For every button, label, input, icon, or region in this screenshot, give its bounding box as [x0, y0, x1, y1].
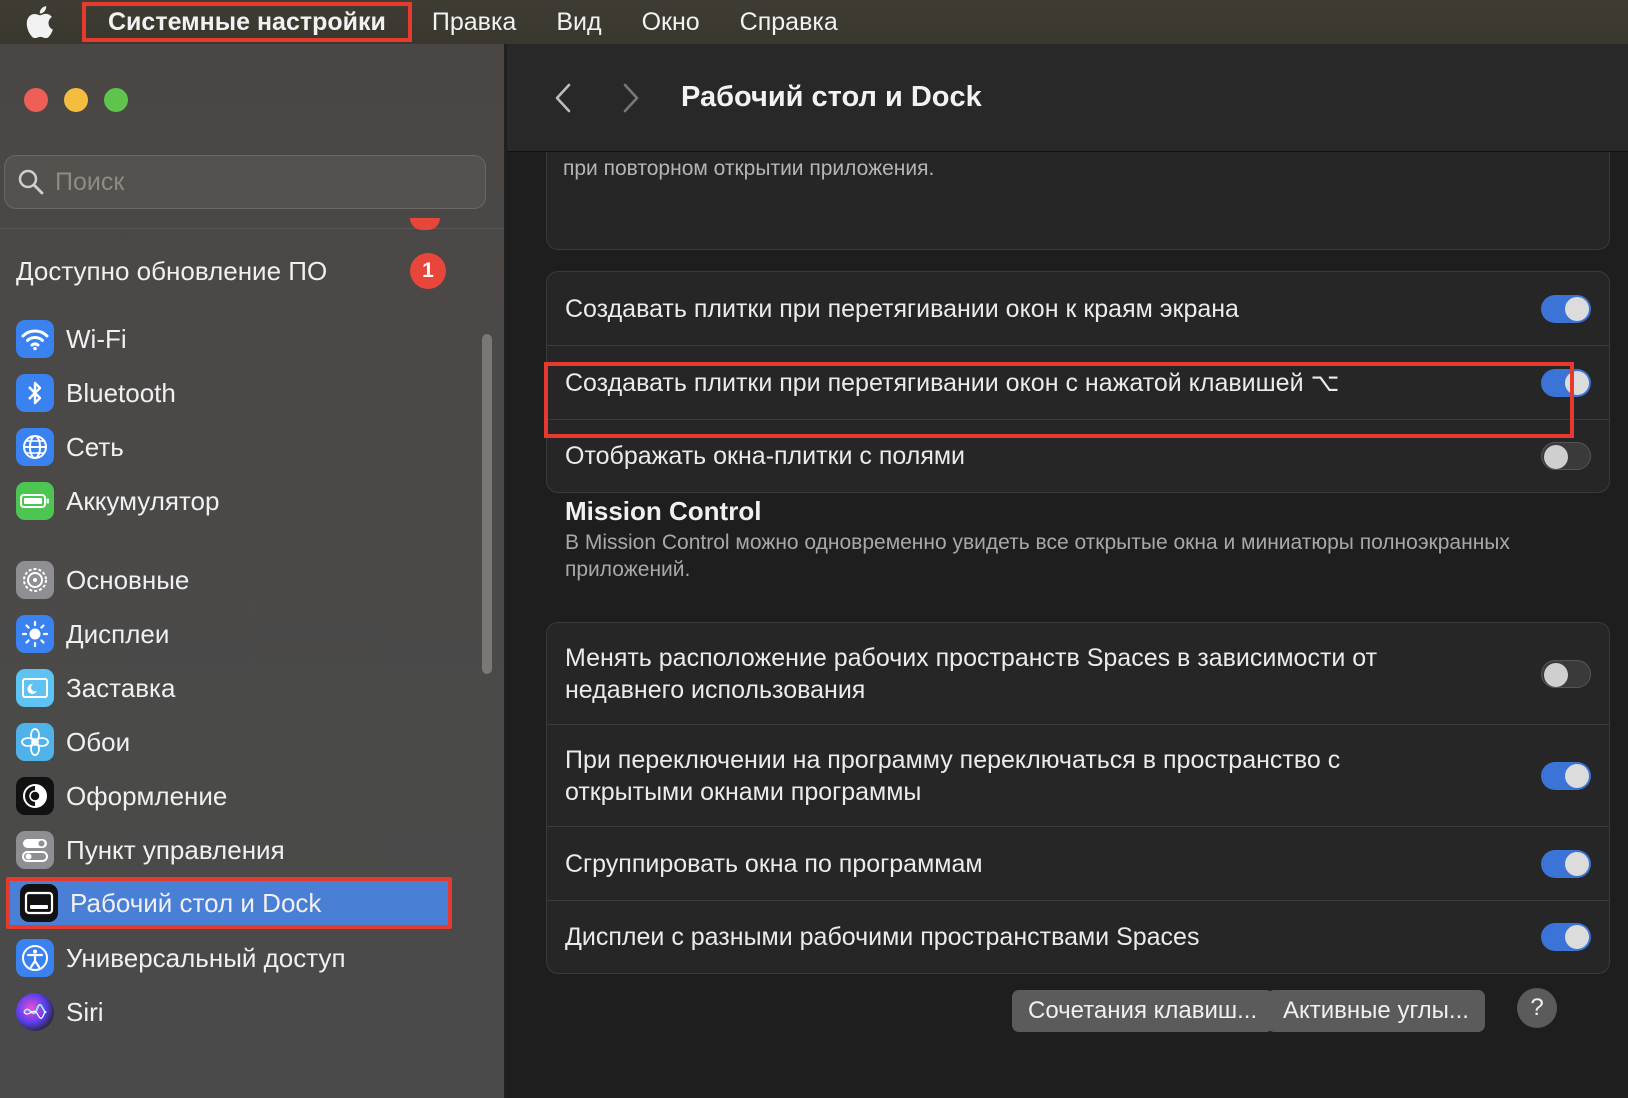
group-windows-toggle[interactable] — [1541, 849, 1591, 878]
close-window-button[interactable] — [24, 88, 48, 112]
menu-bar: Системные настройки Правка Вид Окно Спра… — [0, 0, 1628, 44]
wifi-icon — [16, 320, 54, 358]
chevron-right-icon — [623, 83, 639, 112]
sidebar-item-label: Wi-Fi — [66, 323, 127, 354]
sidebar-item-battery[interactable]: Аккумулятор — [16, 476, 219, 526]
sidebar-item-label: Обои — [66, 726, 131, 757]
sidebar-item-label: Основные — [66, 564, 190, 595]
switch-to-space-label: При переключении на программу переключат… — [565, 745, 1341, 806]
sidebar-item-general[interactable]: Основные — [16, 555, 189, 605]
separate-spaces-toggle[interactable] — [1541, 923, 1591, 951]
apple-icon[interactable] — [24, 6, 56, 38]
switch-to-space-toggle[interactable] — [1541, 761, 1591, 790]
sun-icon — [16, 615, 54, 653]
hot-corners-button[interactable]: Активные углы... — [1267, 990, 1485, 1032]
menu-edit[interactable]: Правка — [432, 8, 516, 37]
sidebar-item-wifi[interactable]: Wi-Fi — [16, 314, 127, 364]
tile-margins-toggle[interactable] — [1541, 442, 1591, 470]
sidebar-item-screensaver[interactable]: Заставка — [16, 663, 175, 713]
control-center-icon — [16, 831, 54, 869]
sidebar-item-control-center[interactable]: Пункт управления — [16, 825, 285, 875]
spaces-rearrange-label: Менять расположение рабочих пространств … — [565, 643, 1378, 704]
chevron-left-icon — [555, 83, 571, 112]
sidebar-item-label: Bluetooth — [66, 377, 176, 408]
zoom-window-button[interactable] — [104, 88, 128, 112]
software-update-label: Доступно обновление ПО — [16, 255, 328, 286]
sidebar-item-label: Дисплеи — [66, 618, 170, 649]
sidebar-item-software-update[interactable]: Доступно обновление ПО 1 — [16, 249, 446, 293]
spaces-rearrange-row: Менять расположение рабочих пространств … — [547, 623, 1609, 725]
separate-spaces-label: Дисплеи с разными рабочими пространствам… — [565, 923, 1200, 951]
mission-control-card: Менять расположение рабочих пространств … — [546, 622, 1610, 974]
siri-icon — [16, 993, 54, 1031]
sidebar-item-network[interactable]: Сеть — [16, 422, 124, 472]
sidebar-item-label: Оформление — [66, 780, 228, 811]
spaces-rearrange-toggle[interactable] — [1541, 659, 1591, 688]
sidebar-item-bluetooth[interactable]: Bluetooth — [16, 368, 176, 418]
window-controls — [24, 88, 128, 112]
menu-window[interactable]: Окно — [642, 8, 700, 37]
gear-icon — [16, 561, 54, 599]
update-badge: 1 — [410, 253, 446, 289]
separate-spaces-row: Дисплеи с разными рабочими пространствам… — [547, 901, 1609, 973]
menu-app-name[interactable]: Системные настройки — [82, 2, 412, 42]
accessibility-icon — [16, 939, 54, 977]
menu-view[interactable]: Вид — [556, 8, 601, 37]
tile-edge-drag-toggle[interactable] — [1541, 294, 1591, 323]
keyboard-shortcuts-button[interactable]: Сочетания клавиш... — [1012, 990, 1274, 1032]
tile-edge-drag-label: Создавать плитки при перетягивании окон … — [565, 294, 1239, 323]
sidebar-item-label: Рабочий стол и Dock — [70, 887, 322, 918]
search-icon — [18, 169, 44, 195]
group-windows-label: Сгруппировать окна по программам — [565, 849, 983, 878]
help-button[interactable]: ? — [1517, 988, 1557, 1028]
sidebar-item-desktop-dock[interactable]: Рабочий стол и Dock — [6, 877, 452, 929]
sidebar: Поиск Доступно обновление ПО 1 Wi-Fi Blu… — [0, 44, 506, 1098]
mission-control-title: Mission Control — [565, 496, 762, 526]
forward-button[interactable] — [611, 78, 651, 118]
back-button[interactable] — [543, 78, 583, 118]
sidebar-scrollbar[interactable] — [482, 334, 492, 674]
sidebar-item-label: Аккумулятор — [66, 485, 220, 516]
minimize-window-button[interactable] — [64, 88, 88, 112]
search-placeholder: Поиск — [55, 167, 125, 196]
sidebar-item-appearance[interactable]: Оформление — [16, 771, 227, 821]
sidebar-item-accessibility[interactable]: Универсальный доступ — [16, 933, 346, 983]
network-icon — [16, 428, 54, 466]
search-field[interactable]: Поиск — [4, 155, 486, 209]
sidebar-item-siri[interactable]: Siri — [16, 987, 104, 1037]
mission-control-description: В Mission Control можно одновременно уви… — [565, 531, 1510, 581]
sidebar-item-label: Пункт управления — [66, 834, 285, 865]
dock-icon — [20, 884, 58, 922]
appearance-icon — [16, 777, 54, 815]
toolbar: Рабочий стол и Dock — [507, 44, 1628, 152]
annotation-highlight — [544, 362, 1574, 438]
group-windows-row: Сгруппировать окна по программам — [547, 827, 1609, 901]
main-pane: Рабочий стол и Dock при повторном открыт… — [507, 44, 1628, 1098]
page-title: Рабочий стол и Dock — [681, 81, 982, 113]
sidebar-item-label: Заставка — [66, 672, 176, 703]
tile-margins-label: Отображать окна-плитки с полями — [565, 442, 966, 470]
sidebar-item-label: Универсальный доступ — [66, 942, 346, 973]
menu-help[interactable]: Справка — [740, 8, 838, 37]
battery-icon — [16, 482, 54, 520]
sidebar-item-label: Сеть — [66, 431, 124, 462]
screensaver-icon — [16, 669, 54, 707]
sidebar-item-displays[interactable]: Дисплеи — [16, 609, 169, 659]
wallpaper-icon — [16, 723, 54, 761]
sidebar-item-label: Siri — [66, 996, 104, 1027]
bluetooth-icon — [16, 374, 54, 412]
truncated-description: при повторном открытии приложения. — [563, 157, 935, 180]
sidebar-item-wallpaper[interactable]: Обои — [16, 717, 130, 767]
tile-edge-drag-row: Создавать плитки при перетягивании окон … — [547, 272, 1609, 346]
switch-to-space-row: При переключении на программу переключат… — [547, 725, 1609, 827]
